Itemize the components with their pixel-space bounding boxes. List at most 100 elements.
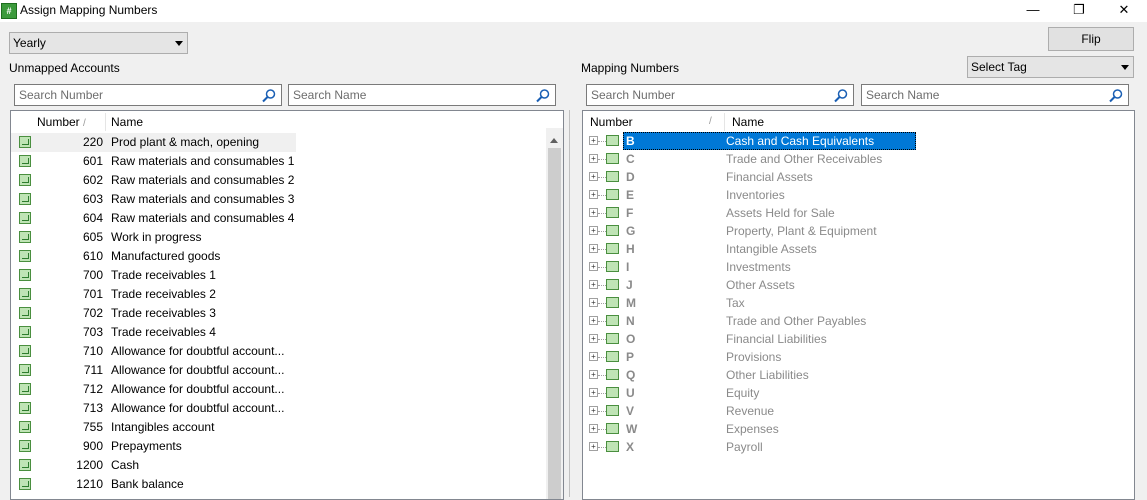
unmapped-accounts-list[interactable]: Number / Name 220 Prod plant & mach, open… xyxy=(10,110,564,500)
column-header-number[interactable]: Number xyxy=(590,113,633,131)
tree-node[interactable]: + B Cash and Cash Equivalents xyxy=(583,132,1123,150)
table-row[interactable]: 711 Allowance for doubtful account... xyxy=(11,361,531,380)
table-row[interactable]: 712 Allowance for doubtful account... xyxy=(11,380,531,399)
close-button[interactable]: ✕ xyxy=(1101,0,1147,22)
scroll-up-arrow-icon[interactable] xyxy=(550,138,558,143)
table-row[interactable]: 603 Raw materials and consumables 3 xyxy=(11,190,531,209)
table-row[interactable]: 605 Work in progress xyxy=(11,228,531,247)
tree-node[interactable]: + W Expenses xyxy=(583,420,1123,438)
search-icon[interactable] xyxy=(1108,88,1124,104)
expand-plus-icon[interactable]: + xyxy=(589,262,598,271)
tree-node[interactable]: + E Inventories xyxy=(583,186,1123,204)
column-divider[interactable] xyxy=(105,113,106,131)
tree-node[interactable]: + H Intangible Assets xyxy=(583,240,1123,258)
folder-icon xyxy=(606,243,619,254)
mapping-search-number[interactable] xyxy=(586,84,854,106)
tree-node[interactable]: + Q Other Liabilities xyxy=(583,366,1123,384)
expand-plus-icon[interactable]: + xyxy=(589,172,598,181)
tree-node[interactable]: + J Other Assets xyxy=(583,276,1123,294)
expand-plus-icon[interactable]: + xyxy=(589,352,598,361)
unmapped-search-number-input[interactable] xyxy=(19,87,257,103)
expand-plus-icon[interactable]: + xyxy=(589,280,598,289)
expand-plus-icon[interactable]: + xyxy=(589,208,598,217)
vertical-scrollbar[interactable] xyxy=(546,128,563,499)
account-number: 1210 xyxy=(76,477,103,491)
table-row[interactable]: 702 Trade receivables 3 xyxy=(11,304,531,323)
search-icon[interactable] xyxy=(833,88,849,104)
mapping-name: Equity xyxy=(726,386,760,400)
search-icon[interactable] xyxy=(261,88,277,104)
column-divider[interactable] xyxy=(724,113,725,131)
table-row[interactable]: 701 Trade receivables 2 xyxy=(11,285,531,304)
mapping-name: Other Assets xyxy=(726,278,795,292)
unmapped-search-name[interactable] xyxy=(288,84,556,106)
account-name: Raw materials and consumables 3 xyxy=(111,192,295,206)
tree-node[interactable]: + V Revenue xyxy=(583,402,1123,420)
expand-plus-icon[interactable]: + xyxy=(589,154,598,163)
mapping-code: N xyxy=(626,314,635,328)
table-row[interactable]: 610 Manufactured goods xyxy=(11,247,531,266)
folder-icon xyxy=(606,441,619,452)
mapping-search-name-input[interactable] xyxy=(866,87,1104,103)
tree-node[interactable]: + G Property, Plant & Equipment xyxy=(583,222,1123,240)
expand-plus-icon[interactable]: + xyxy=(589,388,598,397)
expand-plus-icon[interactable]: + xyxy=(589,298,598,307)
table-row[interactable]: 220 Prod plant & mach, opening xyxy=(11,133,296,152)
tag-select[interactable]: Select Tag xyxy=(967,56,1134,78)
expand-plus-icon[interactable]: + xyxy=(589,424,598,433)
expand-plus-icon[interactable]: + xyxy=(589,136,598,145)
table-row[interactable]: 710 Allowance for doubtful account... xyxy=(11,342,531,361)
expand-plus-icon[interactable]: + xyxy=(589,244,598,253)
column-header-number[interactable]: Number / xyxy=(37,113,86,131)
table-row[interactable]: 713 Allowance for doubtful account... xyxy=(11,399,531,418)
tree-node[interactable]: + I Investments xyxy=(583,258,1123,276)
period-select[interactable]: Yearly xyxy=(9,32,188,54)
unmapped-search-name-input[interactable] xyxy=(293,87,531,103)
table-row[interactable]: 1210 Bank balance xyxy=(11,475,531,494)
expand-plus-icon[interactable]: + xyxy=(589,406,598,415)
folder-icon xyxy=(606,189,619,200)
tree-node[interactable]: + O Financial Liabilities xyxy=(583,330,1123,348)
expand-plus-icon[interactable]: + xyxy=(589,442,598,451)
table-row[interactable]: 900 Prepayments xyxy=(11,437,531,456)
unmapped-search-number[interactable] xyxy=(14,84,282,106)
table-row[interactable]: 703 Trade receivables 4 xyxy=(11,323,531,342)
expand-plus-icon[interactable]: + xyxy=(589,190,598,199)
table-row[interactable]: 601 Raw materials and consumables 1 xyxy=(11,152,531,171)
mapping-search-number-input[interactable] xyxy=(591,87,829,103)
table-row[interactable]: 700 Trade receivables 1 xyxy=(11,266,531,285)
tree-node[interactable]: + P Provisions xyxy=(583,348,1123,366)
mapping-search-name[interactable] xyxy=(861,84,1129,106)
table-row[interactable]: 604 Raw materials and consumables 4 xyxy=(11,209,531,228)
minimize-button[interactable]: — xyxy=(1010,0,1056,22)
table-row[interactable]: 1200 Cash xyxy=(11,456,531,475)
folder-icon xyxy=(606,153,619,164)
tree-node[interactable]: + D Financial Assets xyxy=(583,168,1123,186)
tree-connector xyxy=(598,177,606,178)
tree-node[interactable]: + N Trade and Other Payables xyxy=(583,312,1123,330)
table-row[interactable]: 602 Raw materials and consumables 2 xyxy=(11,171,531,190)
column-header-name[interactable]: Name xyxy=(732,113,764,131)
tree-node[interactable]: + C Trade and Other Receivables xyxy=(583,150,1123,168)
tree-connector xyxy=(598,411,606,412)
mapping-numbers-tree[interactable]: Number / Name + B Cash and Cash Equivalent… xyxy=(582,110,1135,500)
title-bar: # Assign Mapping Numbers — ❐ ✕ xyxy=(0,0,1147,22)
search-icon[interactable] xyxy=(535,88,551,104)
expand-plus-icon[interactable]: + xyxy=(589,316,598,325)
tree-node[interactable]: + M Tax xyxy=(583,294,1123,312)
account-number: 900 xyxy=(82,439,103,453)
scrollbar-thumb[interactable] xyxy=(548,148,561,499)
expand-plus-icon[interactable]: + xyxy=(589,226,598,235)
tree-node[interactable]: + X Payroll xyxy=(583,438,1123,456)
expand-plus-icon[interactable]: + xyxy=(589,334,598,343)
tree-connector xyxy=(598,321,606,322)
splitter[interactable] xyxy=(569,110,570,497)
flip-button[interactable]: Flip xyxy=(1048,27,1134,51)
restore-button[interactable]: ❐ xyxy=(1056,0,1102,22)
tree-node[interactable]: + U Equity xyxy=(583,384,1123,402)
table-row[interactable]: 755 Intangibles account xyxy=(11,418,531,437)
tree-node[interactable]: + F Assets Held for Sale xyxy=(583,204,1123,222)
expand-plus-icon[interactable]: + xyxy=(589,370,598,379)
column-header-name[interactable]: Name xyxy=(111,113,143,131)
account-number: 1200 xyxy=(76,458,103,472)
